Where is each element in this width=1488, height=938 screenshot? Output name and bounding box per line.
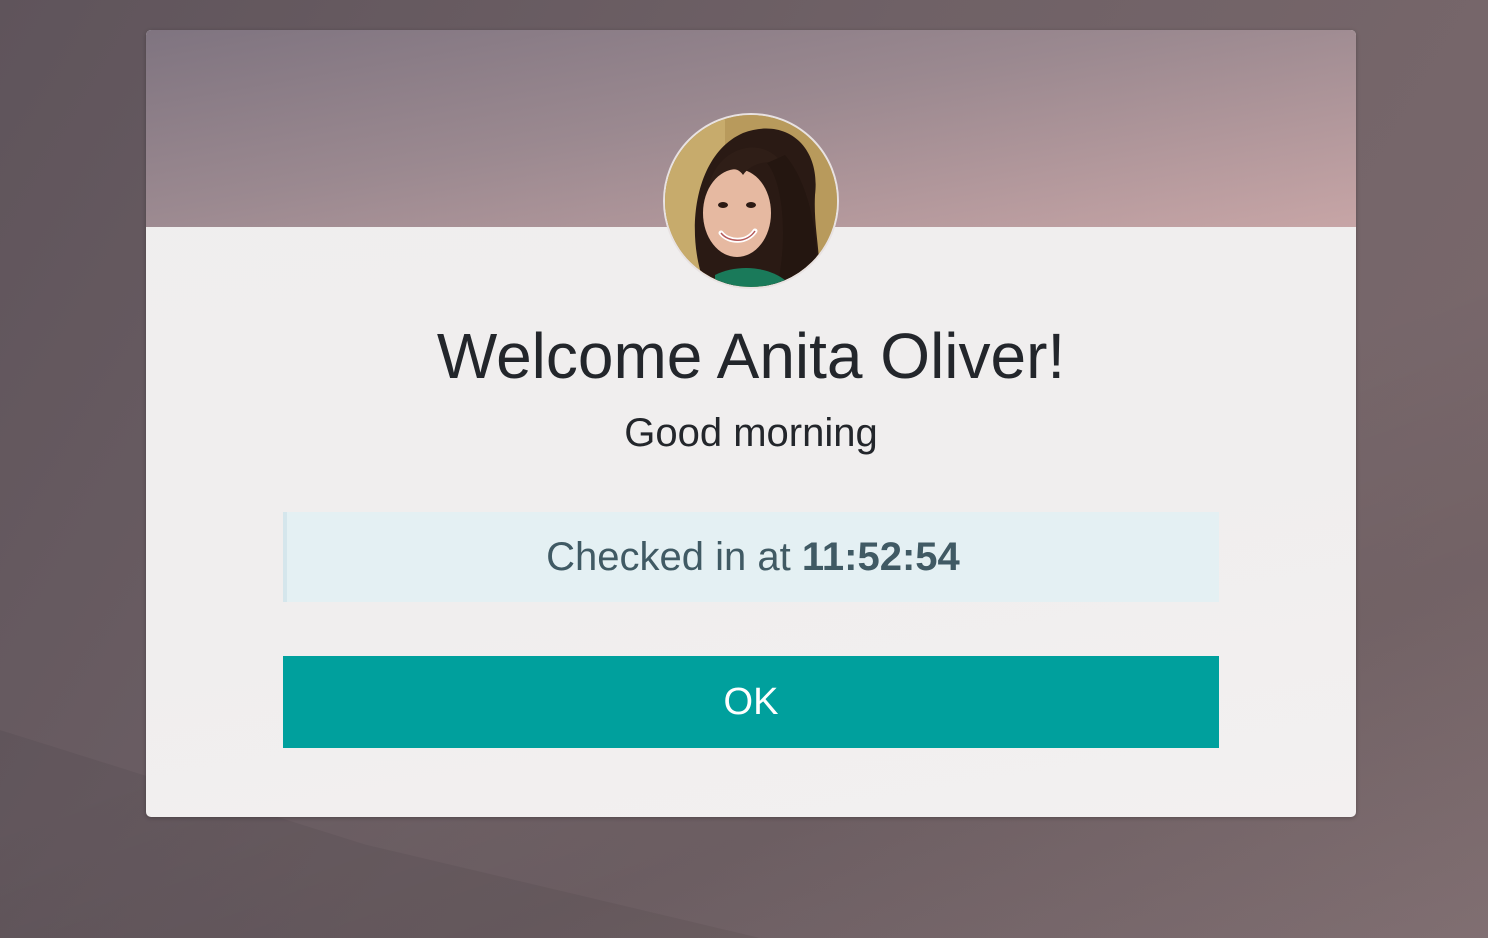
checkin-dialog: Welcome Anita Oliver! Good morning Check… xyxy=(146,30,1356,817)
ok-button[interactable]: OK xyxy=(283,656,1219,748)
checkin-label: Checked in at xyxy=(546,535,791,579)
welcome-suffix: ! xyxy=(1047,320,1066,392)
greeting-text: Good morning xyxy=(624,411,878,455)
employee-name: Anita Oliver xyxy=(716,320,1048,392)
welcome-heading: Welcome Anita Oliver! xyxy=(146,318,1356,394)
checkin-time: 11:52:54 xyxy=(801,535,960,579)
checkin-status-alert: Checked in at 11:52:54 xyxy=(283,512,1219,602)
avatar-portrait xyxy=(665,115,837,287)
employee-avatar xyxy=(663,113,839,289)
welcome-prefix: Welcome xyxy=(436,320,703,392)
